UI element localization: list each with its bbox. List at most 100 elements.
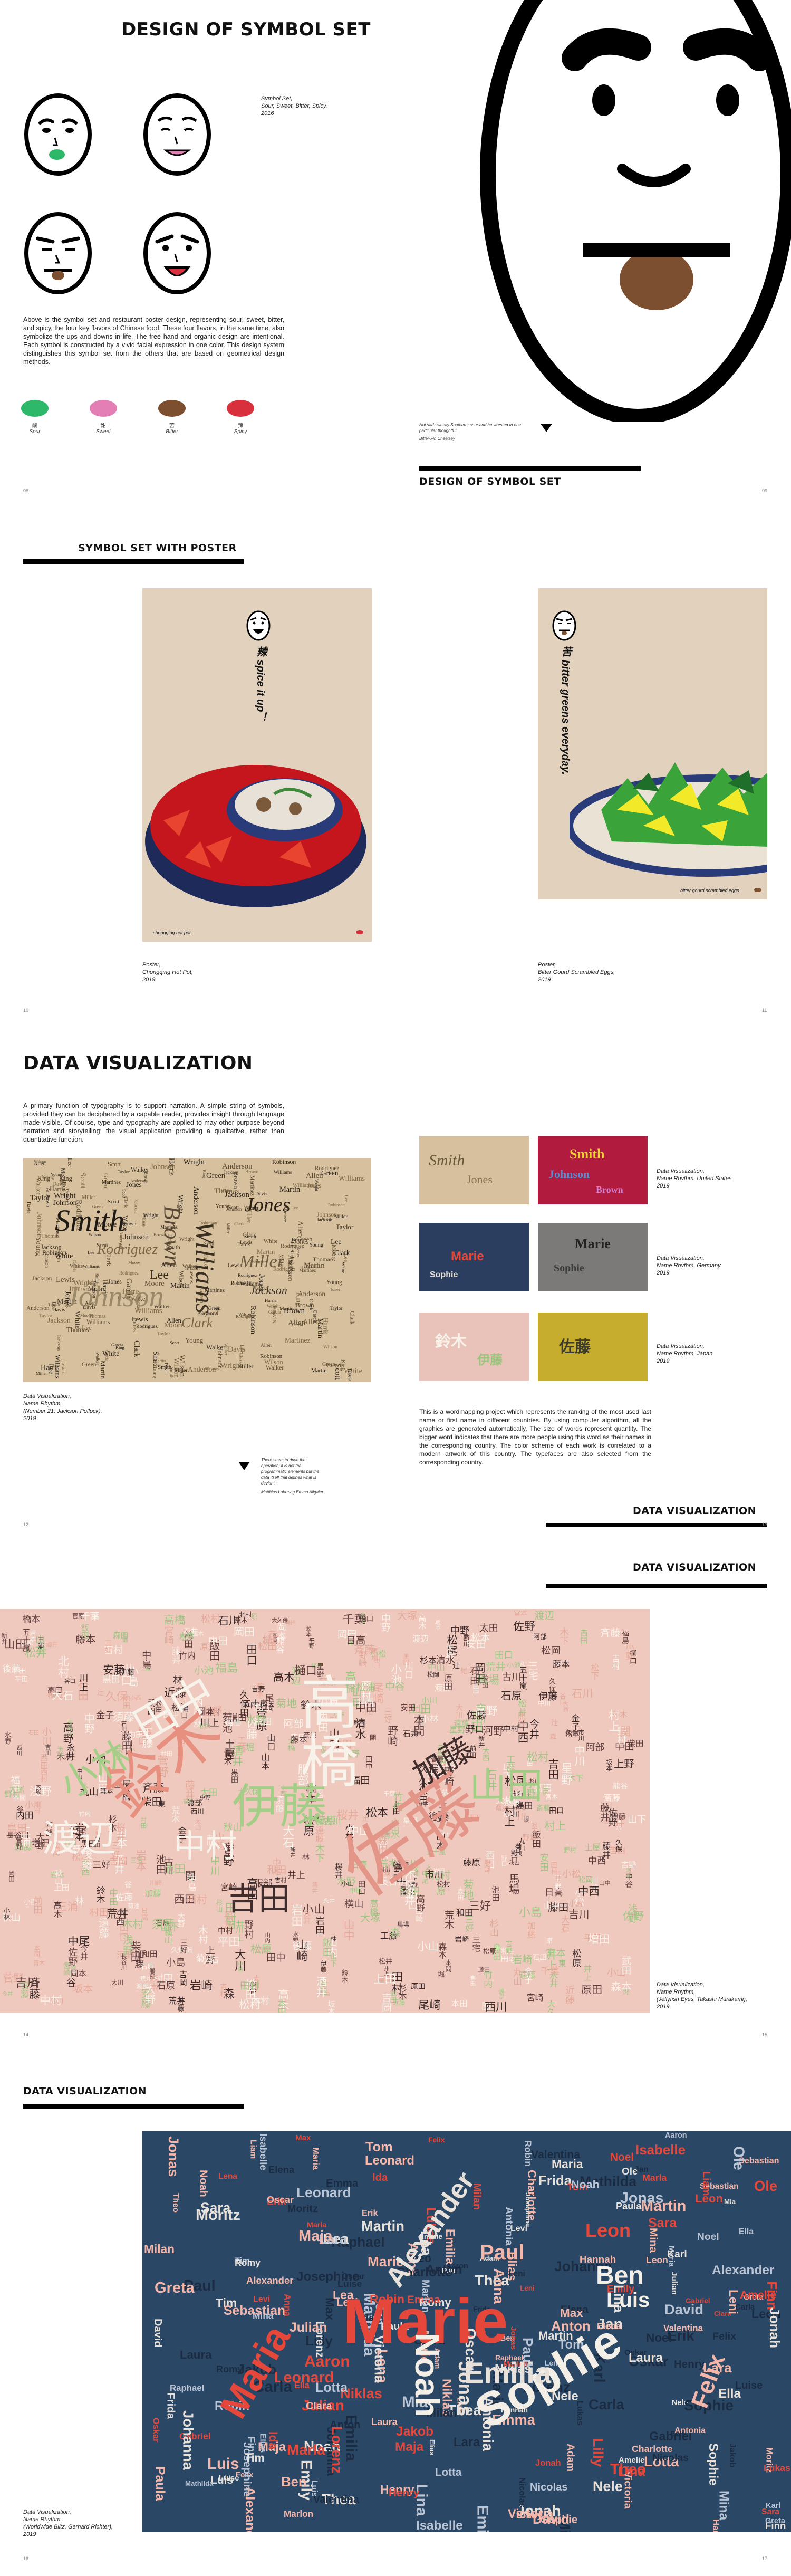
cloud-word-small: 松岡 (427, 1671, 439, 1678)
swatch-bitter-color (158, 400, 186, 417)
japan-caption: Data Visualization, Name Rhythm, (Jellyf… (657, 1981, 747, 2010)
cloud-word-small: Lee (343, 1195, 349, 1202)
swatch-en-label: Bitter (166, 429, 178, 435)
cloud-word-small: 福島 (215, 1662, 238, 1675)
cloud-word-small: 大西 (481, 1747, 489, 1761)
flavor-swatches: 酸 Sour 甜 Sweet 苦 Bitter 辣 Spicy (21, 400, 264, 442)
caption-line: Data Visualization, (23, 1393, 71, 1400)
cloud-word-small: Elena (268, 2164, 295, 2175)
cloud-word-small: Marla (642, 2172, 667, 2183)
cloud-word-small: 田村 (240, 1981, 260, 1992)
cloud-word-small: Anton (426, 2263, 462, 2277)
poster-footer: bitter gourd scrambled eggs (680, 888, 739, 893)
cloud-word-small: 中谷 (385, 1681, 405, 1692)
page-number: 17 (762, 2556, 768, 2561)
cloud-word-small: Allen (167, 1317, 181, 1324)
cloud-word-small: 上田 (373, 1973, 397, 1986)
cloud-word-small: Green (321, 1169, 339, 1177)
cloud-word-small: Maja (395, 2440, 424, 2454)
cloud-word-small: 岡田 (234, 1625, 255, 1638)
cloud-word-small: 安田 (466, 1639, 486, 1650)
cloud-word-small: 斎藤 (604, 1793, 621, 1803)
cloud-word-small: 和田 (142, 1950, 158, 1959)
cloud-word-small: Anna (282, 2294, 293, 2316)
cloud-word-small: 熊谷 (613, 1783, 628, 1791)
cloud-word-small: 遠藤 (97, 1917, 110, 1939)
cloud-word-small: 土屋 (584, 1843, 601, 1852)
cloud-word-small: 新井 (311, 1882, 319, 1894)
thumb-word: Smith (570, 1146, 605, 1162)
thumb-word: Sophie (554, 1262, 584, 1274)
cloud-word-small: 小西 (114, 1909, 125, 1926)
cloud-word-small: 中西 (588, 1856, 606, 1866)
symbol-set-caption: Symbol Set, Sour, Sweet, Bitter, Spicy, … (261, 95, 327, 117)
cloud-word-small: Jakob (728, 2443, 737, 2468)
cloud-word-small: Nicolas (652, 2452, 689, 2464)
cloud-word-small: 水野 (3, 1731, 12, 1745)
cloud-word-small: Lee (66, 1158, 73, 1167)
cloud-word-small: 竹内 (178, 1651, 196, 1661)
cloud-word-small: David (152, 2319, 163, 2348)
poster-left-caption: Poster, Chongqing Hot Pot, 2019 (142, 961, 193, 983)
cloud-word-small: Jones (131, 1317, 140, 1333)
cloud-word-small: 加藤 (145, 1889, 161, 1898)
cloud-word-small: 飯田 (80, 1624, 89, 1640)
cloud-word-small: Jones (331, 1287, 340, 1292)
cloud-word-small: Davis (346, 1368, 352, 1382)
cloud-word-small: 西村 (186, 1894, 207, 1906)
cloud-word-large: Leon (585, 2219, 631, 2241)
cloud-word-small: 大塚 (34, 1784, 41, 1795)
caption-line: Data Visualization, (657, 1981, 705, 1988)
cloud-word-small: 西川 (485, 2000, 507, 2013)
thumb-word: 佐藤 (559, 1338, 591, 1356)
cloud-word-small: 村上 (544, 1820, 566, 1832)
cloud-word-small: Walker (266, 1364, 284, 1371)
cloud-word-small: 坂本 (434, 1620, 440, 1631)
cloud-word-small: 平野 (56, 1745, 64, 1757)
cloud-word-small: 加藤 (526, 1921, 536, 1939)
cloud-word-small: Jakob (396, 2425, 434, 2439)
cloud-word-small: 吉野 (252, 1685, 265, 1693)
cloud-word-small: 河野 (624, 1868, 631, 1879)
us-name-cloud: Smith Johnson Williams Brown Jones Garcia Mill… (23, 1158, 371, 1382)
thumb-caption-us: Data Visualization, Name Rhythm, United … (657, 1167, 731, 1190)
cloud-word-small: 山下 (628, 1814, 647, 1825)
cloud-word-small: Aaron (665, 2131, 687, 2140)
cloud-word-small: 坂本 (605, 1759, 613, 1771)
cloud-word-small: 小山 (417, 1940, 439, 1953)
cloud-word-small: Robinson (328, 1203, 345, 1208)
cloud-word-small: 青木 (33, 1960, 45, 1967)
thumb-word: Sophie (430, 1270, 458, 1279)
cloud-word-small: Theo (610, 2461, 647, 2478)
cloud-word-small: 田口 (244, 1644, 257, 1666)
cloud-word-small: 藤井 (170, 1646, 180, 1664)
caption-line: Name Rhythm, United States (657, 1175, 732, 1182)
cloud-word-small: 山内 (264, 1932, 270, 1943)
cloud-word-small: Taylor (157, 1332, 170, 1337)
cloud-word-small: Lee (88, 1250, 95, 1255)
thumb-caption-de: Data Visualization, Name Rhythm, Germany… (657, 1255, 721, 1277)
cloud-word-small: 石原 (141, 1962, 155, 1970)
cloud-word-small: 渡部 (136, 1983, 149, 1990)
cloud-word-small: 東 (557, 1959, 566, 1967)
cloud-word-small: 池田 (490, 1885, 500, 1902)
cloud-word-small: Martin (279, 1185, 301, 1194)
cloud-word-small: Thomas (313, 1256, 333, 1263)
cloud-word-small: 森 (388, 1927, 400, 1938)
cloud-word-small: 宮崎 (162, 1626, 173, 1645)
swatch-spicy: 辣 Spicy (227, 400, 258, 435)
cloud-word-small: 松本 (305, 1626, 311, 1637)
thumb-jp-pink: 鈴木 伊藤 (419, 1313, 529, 1381)
cloud-word-small: Davis (25, 1202, 31, 1213)
thumb-word: Marie (575, 1236, 611, 1251)
swatch-cn-label: 辣 (238, 423, 243, 429)
cloud-word-small: Wilson (177, 1355, 186, 1377)
cloud-word-large: 渡辺 (42, 1817, 116, 1860)
cloud-word-small: Clark (334, 1249, 350, 1257)
cloud-word-small: Isabelle (257, 2133, 269, 2171)
cloud-word-small: Paula (152, 2466, 167, 2501)
cloud-word-small: 中川 (572, 1745, 585, 1766)
cloud-word-small: 鈴木 (340, 1969, 349, 1983)
cloud-word-small: Johnson (150, 1163, 176, 1171)
germany-caption: Data Visualization, Name Rhythm, (Worldw… (23, 2508, 113, 2538)
